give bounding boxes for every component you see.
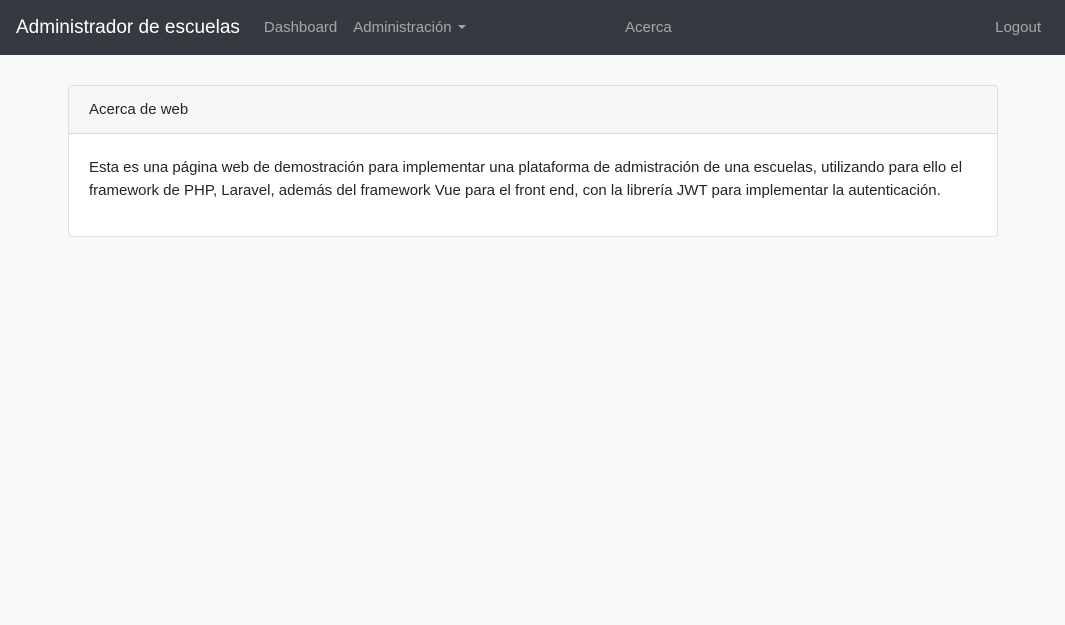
caret-down-icon — [457, 24, 466, 29]
nav-dropdown-administracion[interactable]: Administración — [345, 0, 473, 55]
about-description: Esta es una página web de demostración p… — [89, 159, 963, 199]
card-header: Acerca de web — [69, 86, 997, 134]
nav-link-logout[interactable]: Logout — [987, 0, 1049, 55]
nav-dropdown-label: Administración — [353, 19, 452, 36]
card-title: Acerca de web — [89, 101, 189, 118]
nav-link-dashboard[interactable]: Dashboard — [256, 0, 345, 55]
top-navbar: Administrador de escuelas Dashboard Admi… — [0, 0, 1065, 55]
navbar-brand[interactable]: Administrador de escuelas — [16, 0, 240, 55]
about-card: Acerca de web Esta es una página web de … — [68, 85, 998, 237]
main-container: Acerca de web Esta es una página web de … — [68, 85, 998, 237]
nav-link-acerca[interactable]: Acerca — [617, 0, 680, 55]
card-body: Esta es una página web de demostración p… — [69, 134, 997, 236]
